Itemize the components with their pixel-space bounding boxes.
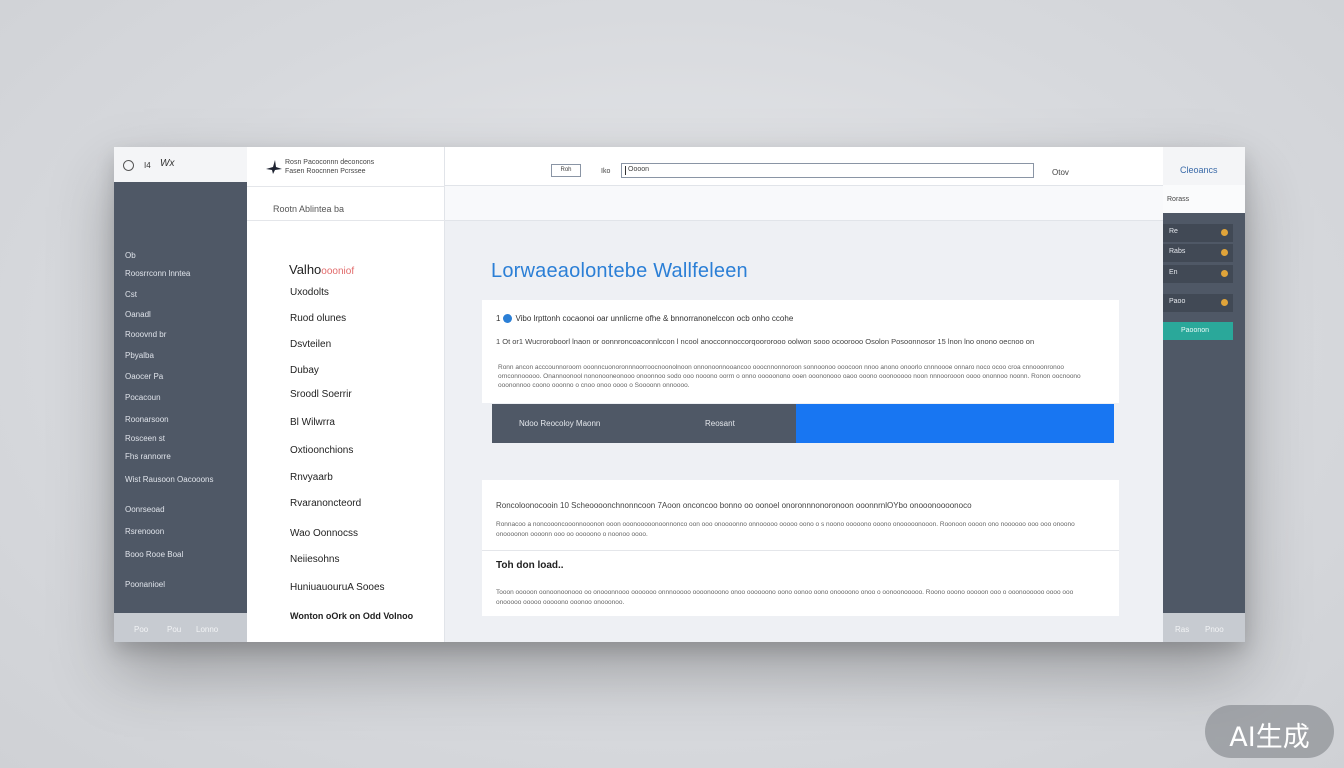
nav-panel: Rosn Pacoconnn deconcons Fasen Roocnnen … [247,147,445,642]
details-heading: Roncoloonocooin 10 Scheoooonchnonncoon 7… [496,501,972,510]
right-sidebar-row[interactable]: En [1163,265,1233,283]
action-bar-right-text: Reosant [705,419,735,428]
search-input[interactable]: Oooon [621,163,1034,178]
sidebar-item[interactable]: Roonarsoon [125,415,169,424]
nav-item[interactable]: HuniuauouruA Sooes [290,582,385,593]
search-label: Iko [601,168,611,175]
header-label: I4 [144,161,151,170]
footer-link[interactable]: Poo [134,625,148,634]
app-window: I4 Wx Ob Roosrrconn lnntea Cst Oanadl Ro… [114,147,1245,642]
left-sidebar: I4 Wx Ob Roosrrconn lnntea Cst Oanadl Ro… [114,147,247,642]
brand-line-2: Fasen Roocnnen Pcrssee [285,168,366,175]
sidebar-item[interactable]: Pbyalba [125,351,154,360]
details-paragraph-2: Tooon ooooon oonoonoonooo oo onooonnooo … [496,589,1074,606]
nav-item[interactable]: Sroodl Soerrir [290,389,352,400]
circle-icon[interactable] [123,160,134,171]
left-sidebar-footer: Poo Pou Lonno [114,613,247,642]
action-bar-left-text: Ndoo Reocoloy Maonn [519,419,601,428]
sidebar-item[interactable]: Rsrenooon [125,527,164,536]
sidebar-item[interactable]: Oonrseoad [125,505,165,514]
info-card-paragraph: Ronn ancon acccounnoroorn ooonncuonoronn… [498,364,1081,389]
info-icon [503,314,513,324]
watermark-badge: AI生成 [1205,705,1334,758]
nav-item[interactable]: Rnvyaarb [290,472,333,483]
sidebar-item[interactable]: Oanadl [125,310,151,319]
nav-item[interactable]: Uxodolts [290,287,329,298]
text-caret [625,166,626,175]
info-card-row-2: 1 Ot or1 Wucroroboorl lnaon or oonnronco… [496,337,1035,346]
status-dot-icon [1221,249,1228,256]
nav-item-bold[interactable]: Wonton oOrk on Odd Volnoo [290,611,413,621]
nav-heading-text: Valho [289,262,322,277]
left-sidebar-header: I4 Wx [114,147,247,182]
bird-logo-icon [266,160,282,174]
nav-heading: Valhooooniof [289,262,354,277]
nav-item[interactable]: Rvaranoncteord [290,498,361,509]
nav-item[interactable]: Bl Wilwrra [290,417,335,428]
sidebar-item[interactable]: Rooovnd br [125,330,166,339]
sidebar-item[interactable]: Cst [125,290,137,299]
small-button[interactable]: Roh [551,164,581,177]
info-card-row-1: 1 Vibo lrpttonh cocaonoi oar unnlicrne of… [496,314,794,324]
row-label: Paoo [1169,298,1186,305]
right-sidebar-title[interactable]: Cleoancs [1180,165,1218,175]
right-sidebar-button-label: Paoonon [1181,327,1210,334]
row-label: En [1169,269,1178,276]
details-paragraph: Ronnacoo a noncoooncooonnooonon ooon ooo… [496,521,1075,538]
footer-link[interactable]: Pnoo [1205,625,1224,634]
row-1-text: Vibo lrpttonh cocaonoi oar unnlicrne ofh… [515,314,794,323]
right-sidebar-button[interactable]: Paoonon [1163,322,1233,340]
right-sidebar-footer: Ras Pnoo [1163,613,1245,642]
nav-item[interactable]: Dubay [290,365,319,376]
status-dot-icon [1221,270,1228,277]
search-value: Oooon [628,166,650,173]
nav-item[interactable]: Dsvteilen [290,339,331,350]
breadcrumb: Rootn Ablintea ba [247,186,445,221]
page-title: Lorwaeaolontebe Wallfeleen [491,260,748,282]
footer-link[interactable]: Lonno [196,625,218,634]
sidebar-item[interactable]: Wist Rausoon Oacooons [125,475,214,484]
right-sidebar: Cleoancs Rorass Re Rabs En Paoo Paoonon … [1163,147,1245,642]
nav-heading-accent: oooniof [321,266,355,277]
info-card: 1 Vibo lrpttonh cocaonoi oar unnlicrne of… [482,300,1119,403]
action-bar-dark[interactable]: Ndoo Reocoloy Maonn Reosant [492,404,796,443]
right-sidebar-row[interactable]: Rabs [1163,244,1233,262]
right-sidebar-header: Cleoancs [1163,147,1245,185]
divider [482,550,1119,551]
row-label: Rabs [1169,248,1186,255]
row-label: Re [1169,228,1178,235]
header-label-italic: Wx [160,158,175,169]
sidebar-item[interactable]: Fhs rannorre [125,452,171,461]
watermark-text: AI生成 [1229,722,1310,753]
status-dot-icon [1221,299,1228,306]
top-right-link[interactable]: Otov [1052,168,1069,177]
sidebar-item[interactable]: Rosceen st [125,434,165,443]
sidebar-item[interactable]: Roosrrconn lnntea [125,269,190,278]
sub-bar [445,186,1163,221]
right-sidebar-row[interactable]: Re [1163,224,1233,242]
nav-item[interactable]: Wao Oonnocss [290,528,358,539]
nav-item[interactable]: Neiiesohns [290,554,339,565]
sidebar-item[interactable]: Booo Rooe Boal [125,550,183,559]
brand-line-1: Rosn Pacoconnn deconcons [285,159,375,166]
footer-link[interactable]: Ras [1175,625,1189,634]
sidebar-item[interactable]: Ob [125,251,136,260]
details-subheading: Toh don load.. [496,560,564,571]
nav-item[interactable]: Oxtioonchions [290,445,353,456]
right-sidebar-bar-label: Rorass [1167,196,1190,203]
right-sidebar-row[interactable]: Paoo [1163,294,1233,312]
breadcrumb-text[interactable]: Rootn Ablintea ba [273,204,344,214]
primary-action-button[interactable] [796,404,1114,443]
sidebar-item[interactable]: Oaocer Pa [125,372,163,381]
top-bar: Roh Iko Oooon Otov [445,147,1163,186]
nav-item[interactable]: Ruod olunes [290,313,346,324]
row-number: 1 [496,314,501,323]
sidebar-item[interactable]: Poonanioel [125,580,165,589]
details-card: Roncoloonocooin 10 Scheoooonchnonncoon 7… [482,480,1119,616]
status-dot-icon [1221,229,1228,236]
sidebar-item[interactable]: Pocacoun [125,393,161,402]
right-sidebar-bar: Rorass [1163,185,1245,213]
action-bar: Ndoo Reocoloy Maonn Reosant [492,404,1114,443]
footer-link[interactable]: Pou [167,625,181,634]
